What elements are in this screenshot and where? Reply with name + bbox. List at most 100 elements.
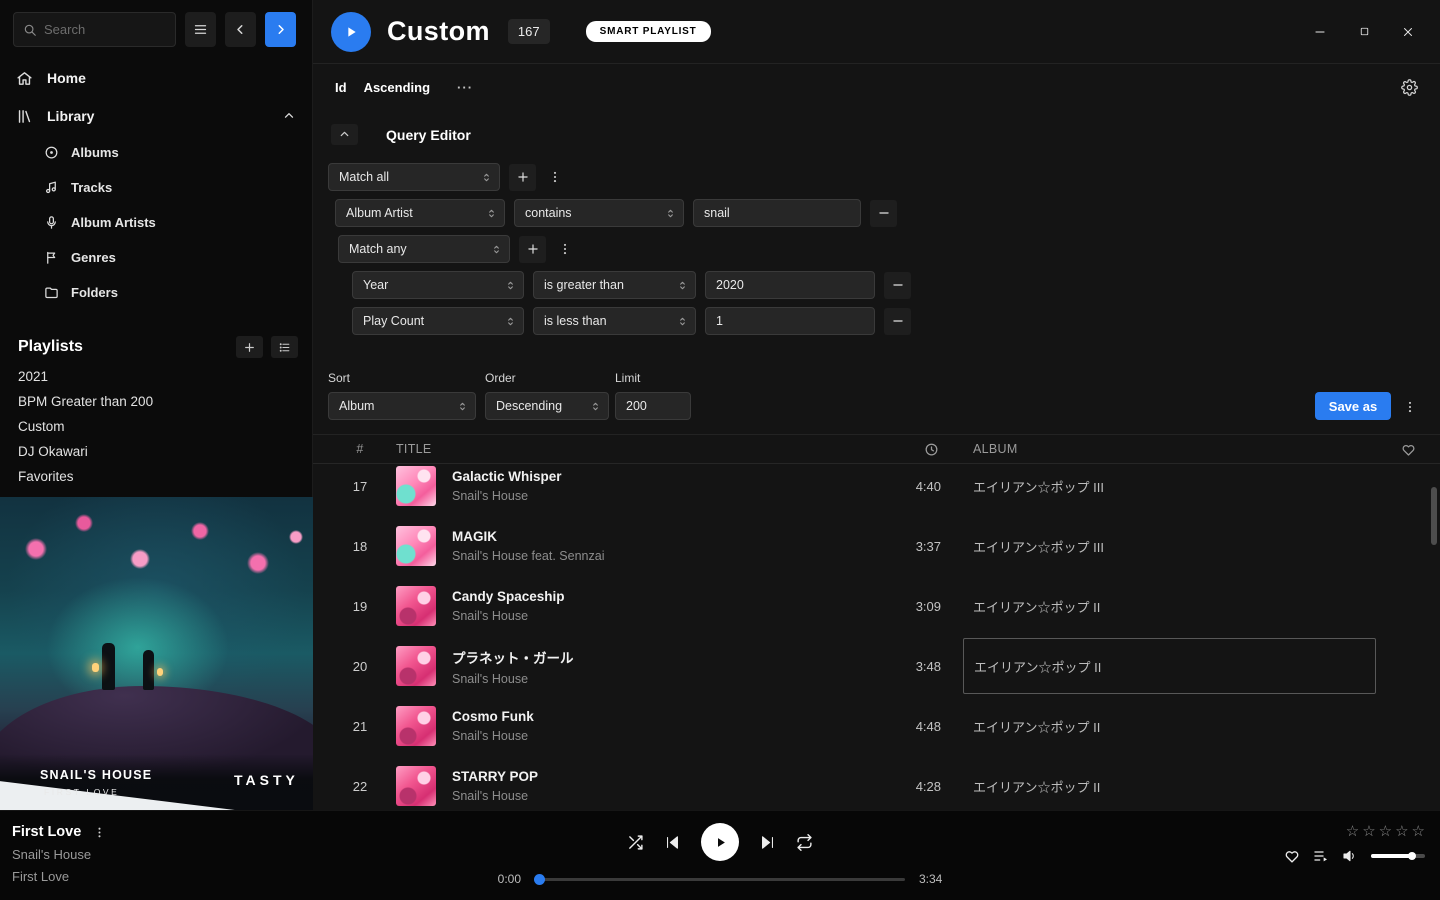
star-icon[interactable]: ☆	[1346, 824, 1359, 839]
rule-value-input[interactable]	[705, 307, 875, 335]
nav-back-button[interactable]	[225, 12, 256, 47]
play-pause-button[interactable]	[701, 823, 739, 861]
sidebar-item-tracks[interactable]: Tracks	[0, 170, 312, 205]
settings-button[interactable]	[1401, 79, 1418, 96]
playlist-item[interactable]: BPM Greater than 200	[0, 389, 312, 414]
table-row[interactable]: 21 Cosmo Funk Snail's House 4:48 エイリアン☆ポ…	[313, 696, 1440, 756]
column-header-album[interactable]: ALBUM	[941, 442, 1376, 456]
column-header-title[interactable]: TITLE	[380, 442, 871, 456]
star-icon[interactable]: ☆	[1395, 824, 1408, 839]
track-album[interactable]: エイリアン☆ポップ II	[941, 777, 1376, 796]
menu-button[interactable]	[185, 12, 216, 47]
limit-input[interactable]	[615, 392, 691, 420]
nav-forward-button[interactable]	[265, 12, 296, 47]
rule-operator-select[interactable]: is less than	[533, 307, 696, 335]
table-row[interactable]: 19 Candy Spaceship Snail's House 3:09 エイ…	[313, 576, 1440, 636]
column-header-number[interactable]: #	[340, 442, 380, 456]
save-as-button[interactable]: Save as	[1315, 392, 1391, 420]
playlist-item[interactable]: DJ Okawari	[0, 439, 312, 464]
group-match-type-select[interactable]: Match any	[338, 235, 510, 263]
playlist-list-button[interactable]	[271, 336, 298, 358]
rule-group-menu-button[interactable]	[555, 236, 575, 263]
playlist-options-button[interactable]	[1400, 393, 1420, 420]
sidebar-item-genres[interactable]: Genres	[0, 240, 312, 275]
next-track-button[interactable]	[759, 834, 776, 851]
remove-rule-button[interactable]	[884, 308, 911, 335]
track-title: STARRY POP	[452, 769, 871, 784]
track-album[interactable]: エイリアン☆ポップ III	[941, 477, 1376, 496]
order-select[interactable]: Descending	[485, 392, 609, 420]
minus-icon	[877, 206, 891, 220]
star-icon[interactable]: ☆	[1412, 824, 1425, 839]
track-title: Candy Spaceship	[452, 589, 871, 604]
music-note-icon	[44, 180, 59, 195]
remove-rule-button[interactable]	[870, 200, 897, 227]
now-playing-album[interactable]: First Love	[12, 869, 106, 884]
artwork-figure	[143, 650, 154, 690]
chevron-up-icon[interactable]	[282, 109, 296, 123]
sidebar-item-label: Albums	[71, 145, 119, 160]
sidebar-item-albums[interactable]: Albums	[0, 135, 312, 170]
table-row[interactable]: 22 STARRY POP Snail's House 4:28 エイリアン☆ポ…	[313, 756, 1440, 816]
seek-knob[interactable]	[534, 874, 545, 885]
table-row[interactable]: 18 MAGIK Snail's House feat. Sennzai 3:3…	[313, 516, 1440, 576]
rule-group-menu-button[interactable]	[545, 164, 565, 191]
sidebar-item-folders[interactable]: Folders	[0, 275, 312, 310]
play-icon	[343, 24, 359, 40]
sidebar-item-library[interactable]: Library	[0, 97, 312, 135]
star-icon[interactable]: ☆	[1362, 824, 1375, 839]
track-album[interactable]: エイリアン☆ポップ II	[941, 717, 1376, 736]
close-button[interactable]	[1394, 18, 1422, 46]
query-rule-row: Year is greater than	[352, 271, 1420, 299]
volume-icon[interactable]	[1342, 848, 1358, 864]
column-header-duration[interactable]	[871, 442, 941, 457]
repeat-button[interactable]	[796, 834, 813, 851]
track-album-focused-cell[interactable]: エイリアン☆ポップ II	[963, 638, 1376, 694]
now-playing-menu-button[interactable]	[93, 825, 106, 840]
scrollbar-thumb[interactable]	[1431, 487, 1437, 545]
play-playlist-button[interactable]	[331, 12, 371, 52]
rule-operator-select[interactable]: is greater than	[533, 271, 696, 299]
sidebar-item-album-artists[interactable]: Album Artists	[0, 205, 312, 240]
track-album[interactable]: エイリアン☆ポップ II	[941, 597, 1376, 616]
playlist-item[interactable]: Custom	[0, 414, 312, 439]
sort-select[interactable]: Album	[328, 392, 476, 420]
rule-field-select[interactable]: Year	[352, 271, 524, 299]
volume-slider[interactable]	[1371, 854, 1425, 858]
minimize-button[interactable]	[1306, 18, 1334, 46]
artwork-artist-text: SNAIL'S HOUSE	[40, 768, 152, 782]
match-type-select[interactable]: Match all	[328, 163, 500, 191]
table-row[interactable]: 17 Galactic Whisper Snail's House 4:40 エ…	[313, 464, 1440, 516]
rule-operator-select[interactable]: contains	[514, 199, 684, 227]
volume-knob[interactable]	[1408, 852, 1416, 860]
collapse-query-editor-button[interactable]	[331, 124, 358, 145]
playlist-item[interactable]: 2021	[0, 364, 312, 389]
now-playing-artwork[interactable]: SNAIL'S HOUSE FIRST LOVE TASTY	[0, 497, 313, 810]
now-playing-artist[interactable]: Snail's House	[12, 847, 106, 862]
add-rule-button[interactable]	[519, 236, 546, 263]
previous-track-button[interactable]	[664, 834, 681, 851]
sort-order-button[interactable]: Ascending	[364, 80, 430, 95]
sort-field-button[interactable]: Id	[335, 80, 347, 95]
remove-rule-button[interactable]	[884, 272, 911, 299]
rule-field-select[interactable]: Play Count	[352, 307, 524, 335]
favorite-button[interactable]	[1284, 848, 1300, 864]
queue-button[interactable]	[1313, 848, 1329, 864]
playlist-item[interactable]: Favorites	[0, 464, 312, 489]
search-box[interactable]	[13, 12, 176, 47]
shuffle-button[interactable]	[627, 834, 644, 851]
add-playlist-button[interactable]	[236, 336, 263, 358]
rule-value-input[interactable]	[705, 271, 875, 299]
search-input[interactable]	[44, 22, 154, 37]
add-rule-button[interactable]	[509, 164, 536, 191]
maximize-button[interactable]	[1350, 18, 1378, 46]
rule-field-select[interactable]: Album Artist	[335, 199, 505, 227]
star-icon[interactable]: ☆	[1379, 824, 1392, 839]
more-options-button[interactable]: ···	[457, 80, 473, 95]
column-header-favorite[interactable]	[1376, 442, 1440, 457]
seek-slider[interactable]	[535, 878, 905, 881]
sidebar-item-home[interactable]: Home	[0, 59, 312, 97]
track-album[interactable]: エイリアン☆ポップ III	[941, 537, 1376, 556]
table-row[interactable]: 20 プラネット・ガール Snail's House 3:48 エイリアン☆ポッ…	[313, 636, 1440, 696]
rule-value-input[interactable]	[693, 199, 861, 227]
